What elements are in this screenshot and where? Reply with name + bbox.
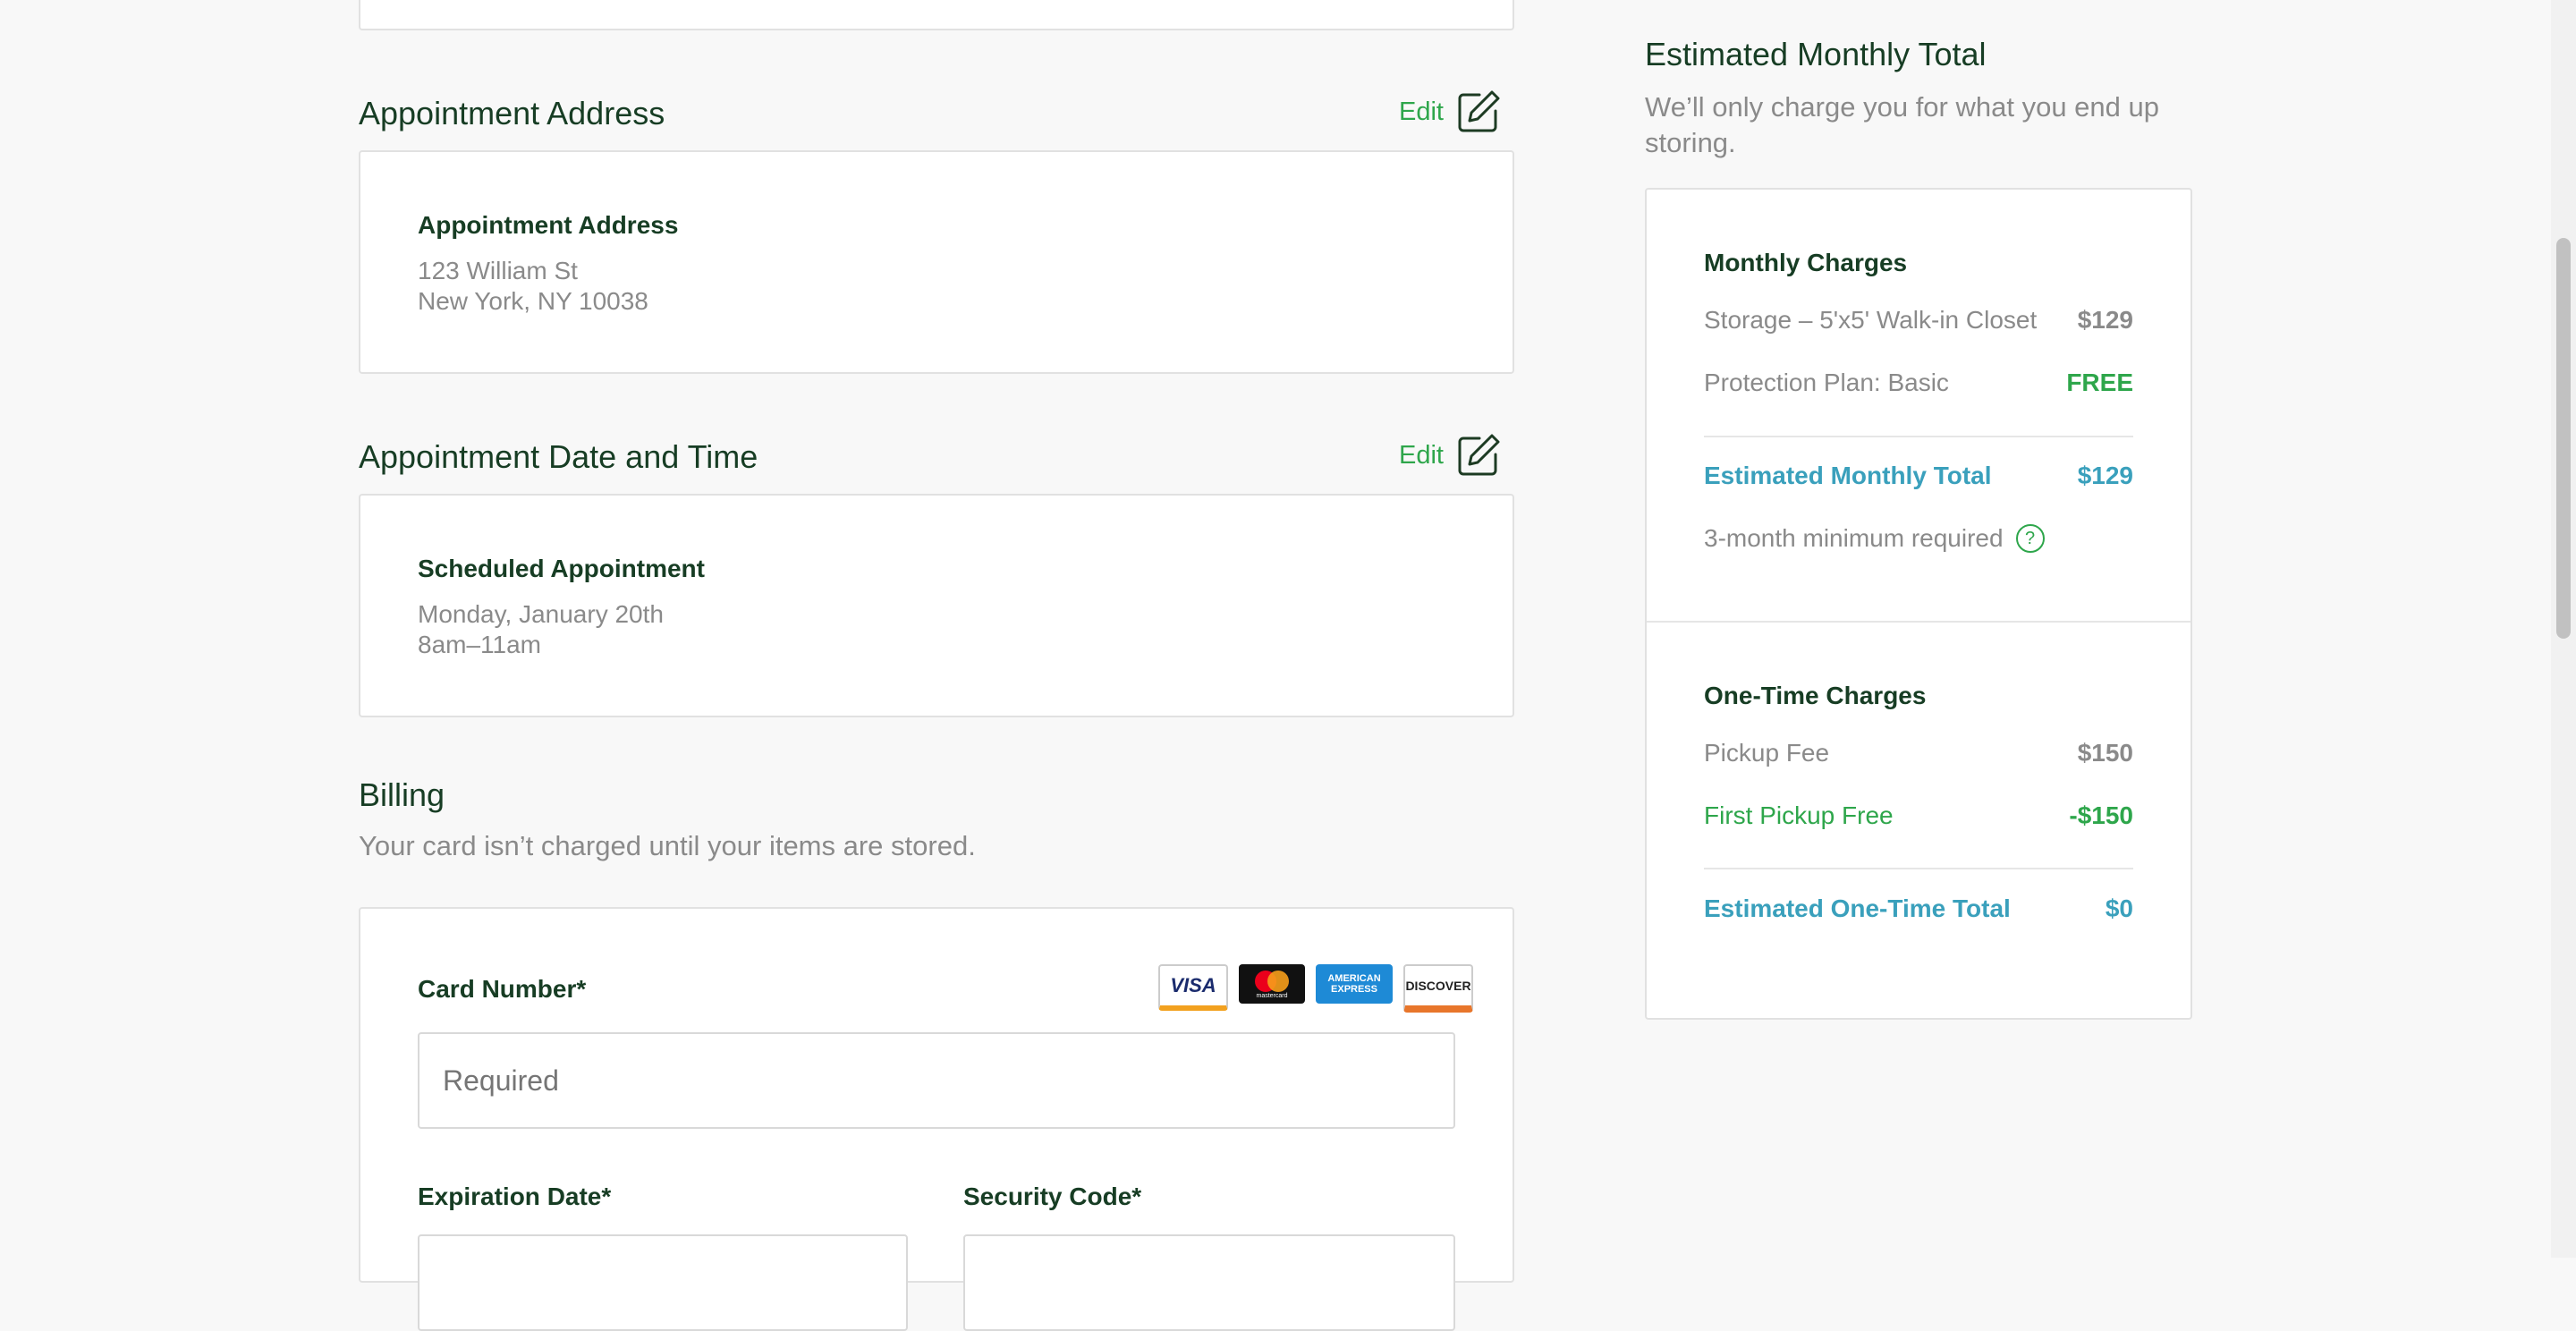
storage-label: Storage – 5'x5' Walk-in Closet (1704, 306, 2038, 334)
minimum-note: 3-month minimum required (1704, 524, 2004, 552)
scrollbar-thumb[interactable] (2556, 238, 2571, 639)
monthly-total-label: Estimated Monthly Total (1704, 462, 1992, 489)
appointment-time-card: Scheduled Appointment Monday, January 20… (359, 494, 1514, 717)
address-line-1: 123 William St (418, 257, 578, 284)
edit-pencil-icon (1458, 90, 1500, 132)
mastercard-logo: mastercard (1239, 964, 1305, 1004)
monthly-divider (1704, 436, 2133, 437)
appointment-window: 8am–11am (418, 631, 542, 658)
billing-card: Card Number* VISA mastercard AMERICAN EX… (359, 907, 1514, 1331)
appointment-date: Monday, January 20th (418, 600, 664, 628)
storage-amount: $129 (2077, 306, 2133, 334)
amex-logo: AMERICAN EXPRESS (1316, 964, 1393, 1004)
first-pickup-free-amount: -$150 (2069, 801, 2133, 829)
previous-section-card (359, 0, 1514, 30)
monthly-item-storage: Storage – 5'x5' Walk-in Closet $129 (1704, 306, 2133, 335)
appointment-address-heading: Appointment Address (359, 95, 665, 131)
card-logos: VISA mastercard AMERICAN EXPRESS DISCOVE… (1158, 964, 1473, 1013)
minimum-note-row: 3-month minimum required ? (1704, 524, 2045, 553)
monthly-charges-title: Monthly Charges (1704, 249, 1908, 276)
summary-title: Estimated Monthly Total (1645, 36, 1987, 72)
one-time-total-row: Estimated One-Time Total $0 (1704, 894, 2133, 923)
address-line-2: New York, NY 10038 (418, 287, 648, 315)
protection-amount: FREE (2066, 369, 2133, 396)
summary-card: Monthly Charges Storage – 5'x5' Walk-in … (1645, 188, 2192, 1020)
expiration-date-input[interactable] (418, 1234, 908, 1331)
monthly-item-protection: Protection Plan: Basic FREE (1704, 369, 2133, 397)
card-number-label: Card Number* (418, 975, 587, 1003)
scheduled-appointment-title: Scheduled Appointment (418, 555, 705, 582)
summary-subtitle: We’ll only charge you for what you end u… (1645, 91, 2159, 158)
discover-logo: DISCOVER (1403, 964, 1473, 1013)
edit-time-button[interactable]: Edit (1399, 433, 1501, 478)
security-code-input[interactable] (963, 1234, 1455, 1331)
protection-label: Protection Plan: Basic (1704, 369, 1949, 396)
help-circle-icon[interactable]: ? (2015, 524, 2045, 553)
one-time-item-pickup: Pickup Fee $150 (1704, 739, 2133, 767)
visa-logo: VISA (1158, 964, 1228, 1011)
edit-address-button[interactable]: Edit (1399, 89, 1501, 134)
one-time-item-discount: First Pickup Free -$150 (1704, 801, 2133, 830)
edit-pencil-icon (1458, 434, 1500, 476)
first-pickup-free-label: First Pickup Free (1704, 801, 1894, 829)
one-time-total-label: Estimated One-Time Total (1704, 894, 2011, 922)
mastercard-logo-text: mastercard (1256, 992, 1288, 999)
one-time-total-amount: $0 (2105, 894, 2133, 922)
expiration-date-label: Expiration Date* (418, 1183, 612, 1210)
security-code-label: Security Code* (963, 1183, 1142, 1210)
appointment-address-card-title: Appointment Address (418, 211, 679, 239)
monthly-total-amount: $129 (2077, 462, 2133, 489)
pickup-fee-label: Pickup Fee (1704, 739, 1830, 767)
edit-label: Edit (1399, 97, 1444, 126)
billing-subtext: Your card isn’t charged until your items… (359, 830, 976, 861)
appointment-time-heading: Appointment Date and Time (359, 438, 758, 475)
appointment-address-card: Appointment Address 123 William St New Y… (359, 150, 1514, 374)
monthly-total-row: Estimated Monthly Total $129 (1704, 462, 2133, 490)
mastercard-circles-icon (1255, 970, 1289, 992)
edit-label: Edit (1399, 440, 1444, 470)
section-divider (1647, 621, 2190, 623)
pickup-fee-amount: $150 (2077, 739, 2133, 767)
card-number-input[interactable] (418, 1032, 1455, 1129)
one-time-charges-title: One-Time Charges (1704, 682, 1927, 709)
billing-heading: Billing (359, 776, 445, 813)
one-time-divider (1704, 868, 2133, 869)
